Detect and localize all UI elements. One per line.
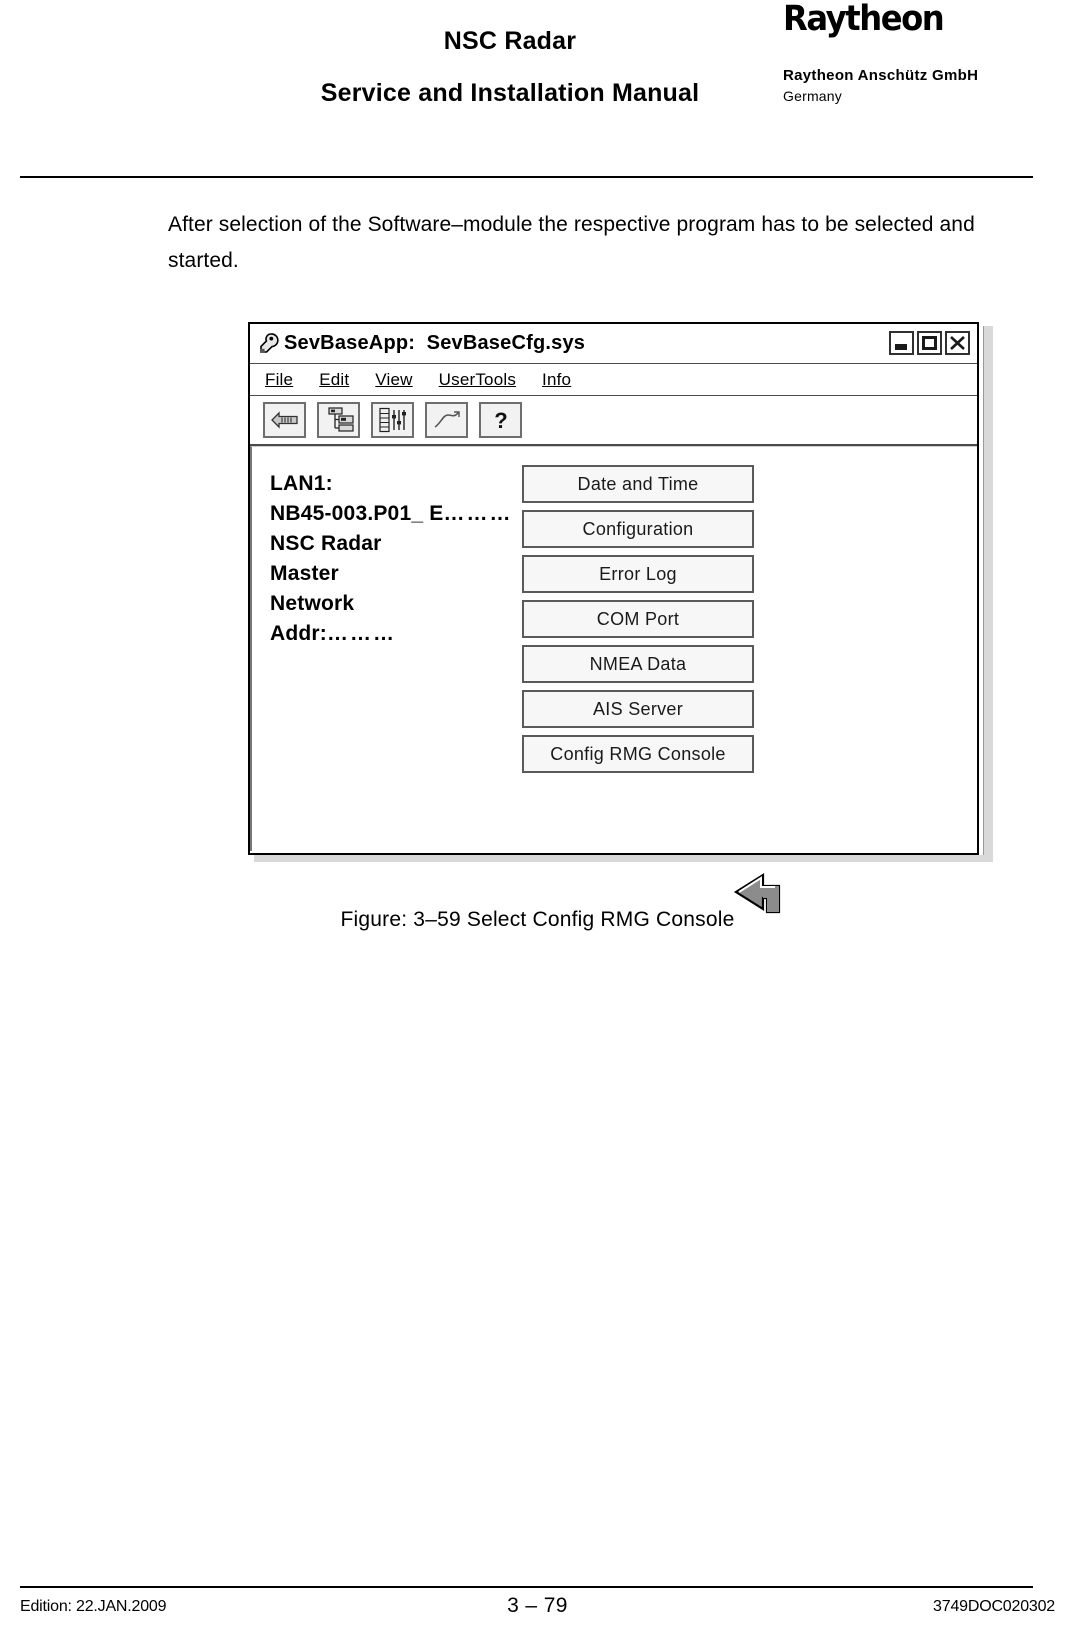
wrench-icon <box>258 332 280 356</box>
scan-edge-right <box>983 326 993 855</box>
toolbar-list-settings-button[interactable] <box>371 402 414 438</box>
footer-divider <box>20 1586 1033 1588</box>
button-error-log[interactable]: Error Log <box>522 555 754 593</box>
info-addr-dots: ……… <box>327 622 396 645</box>
manual-product-title: NSC Radar <box>443 27 577 55</box>
menu-item-view[interactable]: View <box>375 370 412 390</box>
device-info-panel: LAN1: NB45-003.P01_ E……… NSC Radar Maste… <box>270 469 530 649</box>
info-line-lan: LAN1: <box>270 472 333 495</box>
page-header: NSC Radar Service and Installation Manua… <box>0 0 1075 140</box>
toolbar: ? <box>250 396 977 446</box>
trend-graph-icon <box>434 411 460 428</box>
menu-bar: File Edit View UserTools Info <box>250 364 977 396</box>
maximize-button[interactable] <box>917 331 942 355</box>
back-arrow-icon <box>270 411 298 429</box>
close-button[interactable] <box>945 331 970 355</box>
close-icon <box>950 336 965 350</box>
footer-doc-number: 3749DOC020302 <box>933 1598 1055 1615</box>
window-controls <box>889 331 970 355</box>
window-title: SevBaseApp: SevBaseCfg.sys <box>284 332 586 354</box>
header-title-block: NSC Radar Service and Installation Manua… <box>230 26 790 108</box>
figure-sevbaseapp-screenshot: SevBaseApp: SevBaseCfg.sys File Edit Vie… <box>248 322 993 914</box>
toolbar-network-tree-button[interactable] <box>317 402 360 438</box>
list-settings-icon <box>378 407 406 433</box>
body-paragraph: After selection of the Software–module t… <box>168 213 975 272</box>
sevbaseapp-window: SevBaseApp: SevBaseCfg.sys File Edit Vie… <box>248 322 979 914</box>
info-line-product: NSC Radar <box>270 532 382 555</box>
info-line-role: Master <box>270 562 339 585</box>
header-divider <box>20 176 1033 178</box>
help-question-icon: ? <box>494 408 507 433</box>
menu-item-edit-label: Edit <box>319 369 350 389</box>
figure-caption: Figure: 3–59 Select Config RMG Console <box>340 908 735 931</box>
toolbar-help-button[interactable]: ? <box>479 402 522 438</box>
info-line-addr: Addr:……… <box>270 619 530 649</box>
toolbar-trend-graph-button[interactable] <box>425 402 468 438</box>
footer-page-number: 3 – 79 <box>507 1594 568 1617</box>
menu-item-info-label: Info <box>542 369 572 389</box>
svg-text:?: ? <box>494 408 507 433</box>
manual-subtitle: Service and Installation Manual <box>320 79 700 108</box>
raytheon-logo: Raytheon <box>783 0 945 39</box>
minimize-button[interactable] <box>889 331 914 355</box>
info-line-node: NB45-003.P01_ E……… <box>270 499 530 529</box>
info-addr-text: Addr: <box>270 622 327 645</box>
company-country: Germany <box>783 88 842 104</box>
window-title-bar: SevBaseApp: SevBaseCfg.sys <box>250 324 977 364</box>
menu-item-edit[interactable]: Edit <box>319 370 349 390</box>
toolbar-back-arrow-button[interactable] <box>263 402 306 438</box>
client-area: LAN1: NB45-003.P01_ E……… NSC Radar Maste… <box>250 446 977 914</box>
menu-item-usertools-label: UserTools <box>438 369 517 389</box>
header-brand-block: Raytheon Raytheon Anschütz GmbH Germany <box>783 1 1063 104</box>
info-node-dots: ……… <box>443 502 513 525</box>
button-config-rmg-console[interactable]: Config RMG Console <box>522 735 754 773</box>
function-button-column: Date and Time Configuration Error Log CO… <box>522 465 754 780</box>
network-tree-icon <box>327 407 354 432</box>
menu-item-usertools[interactable]: UserTools <box>439 370 516 390</box>
scan-edge-bottom <box>254 855 993 862</box>
info-line-network: Network <box>270 592 355 615</box>
button-ais-server[interactable]: AIS Server <box>522 690 754 728</box>
button-com-port[interactable]: COM Port <box>522 600 754 638</box>
menu-item-file[interactable]: File <box>265 370 293 390</box>
button-configuration[interactable]: Configuration <box>522 510 754 548</box>
company-name: Raytheon Anschütz GmbH <box>783 67 979 84</box>
page-footer: Edition: 22.JAN.2009 3 – 79 3749DOC02030… <box>0 1594 1075 1626</box>
button-date-and-time[interactable]: Date and Time <box>522 465 754 503</box>
info-node-text: NB45-003.P01_ E <box>270 502 444 525</box>
menu-item-view-label: View <box>375 369 413 389</box>
menu-item-file-label: File <box>265 369 294 389</box>
button-nmea-data[interactable]: NMEA Data <box>522 645 754 683</box>
menu-item-info[interactable]: Info <box>542 370 571 390</box>
